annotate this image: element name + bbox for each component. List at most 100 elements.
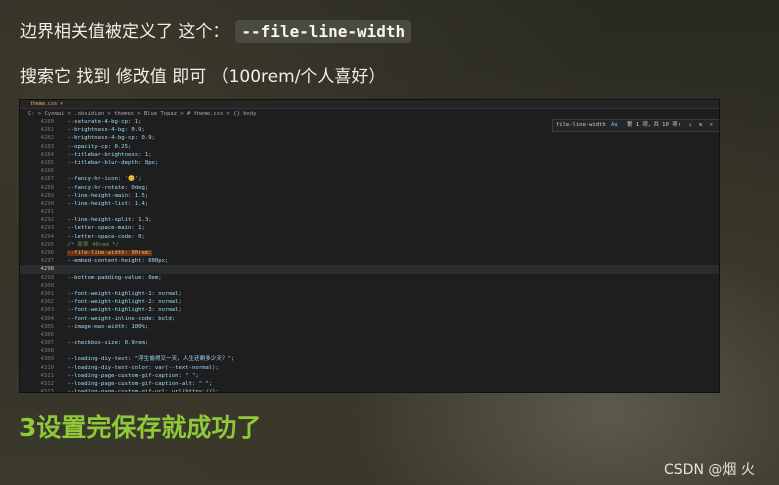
code-line: 4307 --checkbox-size: 0.9rem; [20,339,719,347]
code-line: 4285 --titlebar-blur-depth: 8px; [20,159,719,167]
code-text: --loading-page-custom-gif-caption-alt: "… [64,381,213,387]
find-input: file-line-width [556,122,606,128]
line-number: 4289 [40,192,54,199]
code-line: 4305 --image-max-width: 100%; [20,323,719,331]
line-number: 4284 [40,151,54,158]
result-heading: 3设置完保存就成功了 [19,413,262,442]
code-text: --fancy-hr-rotate: 0deg; [64,184,149,191]
line-number: 4287 [40,176,54,183]
code-text: --loading-diy-text: "浮生偷得又一天，人生还剩多少天？"; [64,356,235,363]
watermark: CSDN @烟 火 [664,462,755,478]
code-line: 4310 --loading-diy-text-color: var(--tex… [20,364,719,372]
code-line: 4302 --font-weight-highlight-2: normal; [20,298,719,306]
code-text: --embed-content-height: 600px; [64,258,169,265]
line-number: 4290 [40,200,54,207]
code-text: --line-height-list: 1.4; [64,200,149,207]
code-text: --font-weight-highlight-3: normal; [64,307,182,314]
code-text: --checkbox-size: 0.9rem; [64,340,149,347]
search-match: --file-line-width: 90rem; [67,250,152,256]
code-text: --font-weight-highlight-1: normal; [64,290,182,297]
line-number: 4291 [40,209,54,216]
code-line: 4286 [20,167,719,175]
line-number: 4310 [40,364,54,371]
code-line: 4301 --font-weight-highlight-1: normal; [20,290,719,298]
intro-text: 边界相关值被定义了 这个： [20,22,230,42]
code-text: --brightness-4-bg-cp: 0.9; [64,135,155,142]
line-number: 4308 [40,348,54,355]
code-line: 4312 --loading-page-custom-gif-caption-a… [20,380,719,388]
code-line: 4292 --line-height-split: 1.3; [20,216,719,224]
code-line: 4298 [20,265,719,274]
code-line: 4297 --embed-content-height: 600px; [20,257,719,265]
code-line: 4283 --opacity-cp: 0.25; [20,143,719,151]
line-number: 4304 [40,315,54,322]
code-text: --opacity-cp: 0.25; [64,143,132,150]
line-number: 4298 [40,266,54,273]
find-widget: file-line-width Aa 第 1 项，共 10 项 ↑ ↓ ≡ × [552,119,719,132]
code-text: --line-height-main: 1.5; [64,192,149,199]
line-number: 4293 [40,225,54,232]
code-editor: 4280 --saturate-4-bg-cp: 1; 4281 --bright… [20,118,719,392]
editor-tabbar: theme.css × [20,100,719,109]
find-count: 第 1 项，共 10 项 [626,122,678,128]
instruction-line: 搜索它 找到 修改值 即可 （100rem/个人喜好） [20,67,386,87]
code-text: --titlebar-blur-depth: 8px; [64,159,159,166]
code-text: --brightness-4-bg: 0.9; [64,127,145,134]
code-line: 4300 [20,282,719,290]
code-line: 4290 --line-height-list: 1.4; [20,200,719,208]
line-number: 4301 [40,290,54,297]
line-number: 4296 [40,250,54,256]
line-number: 4313 [40,389,54,393]
line-number: 4283 [40,143,54,150]
code-line: 4296 --file-line-width: 90rem; [20,249,719,257]
code-line: 4309 --loading-diy-text: "浮生偷得又一天，人生还剩多少… [20,355,719,363]
code-line: 4304 --font-weight-inline-code: bold; [20,315,719,323]
code-text: --titlebar-brightness: 1; [64,151,152,158]
line-number: 4302 [40,299,54,306]
line-number: 4285 [40,159,54,166]
line-number: 4307 [40,340,54,347]
inline-code: --file-line-width [235,20,412,43]
code-text: --line-height-split: 1.3; [64,217,152,224]
code-text: --saturate-4-bg-cp: 1; [64,119,142,125]
editor-screenshot: theme.css × C: > Cyomai > .obsidian > th… [19,99,720,393]
code-line: 4295 /* 原来 40rem */ [20,241,719,249]
line-number: 4286 [40,168,54,175]
code-line: 4293 --letter-space-main: 1; [20,224,719,232]
code-line: 4282 --brightness-4-bg-cp: 0.9; [20,134,719,142]
code-line: 4291 [20,208,719,216]
line-number: 4299 [40,274,54,281]
code-line: 4308 [20,347,719,355]
code-text: /* 原来 40rem */ [64,241,119,248]
code-line: 4299 --bottom-padding-value: 0em; [20,274,719,282]
line-number: 4306 [40,331,54,338]
code-line: 4289 --line-height-main: 1.5; [20,192,719,200]
line-number: 4280 [40,119,54,125]
code-line: 4303 --font-weight-highlight-3: normal; [20,306,719,314]
line-number: 4300 [40,282,54,289]
code-line: 4311 --loading-page-custom-gif-caption: … [20,372,719,380]
line-number: 4311 [40,372,54,379]
find-controls: ↑ ↓ ≡ × [677,122,715,128]
line-number: 4295 [40,241,54,248]
line-number: 4288 [40,184,54,191]
code-text: --font-weight-inline-code: bold; [64,315,176,322]
code-text: --loading-page-custom-gif-url: url(https… [64,389,219,393]
code-line: 4288 --fancy-hr-rotate: 0deg; [20,184,719,192]
code-line: 4287 --fancy-hr-icon: '😊'; [20,175,719,183]
line-number: 4309 [40,356,54,363]
code-text: --letter-space-main: 1; [64,225,145,232]
line-number: 4312 [40,381,54,387]
code-text: --fancy-hr-icon: '😊'; [64,176,142,183]
code-text: --font-weight-highlight-2: normal; [64,299,182,306]
code-text: --letter-space-code: 0; [64,233,145,240]
code-line: 4313 --loading-page-custom-gif-url: url(… [20,388,719,393]
editor-tab: theme.css × [30,101,64,107]
line-number: 4282 [40,135,54,142]
code-text: --loading-diy-text-color: var(--text-nor… [64,364,219,371]
line-number: 4292 [40,217,54,224]
match-case-option: Aa [610,122,618,128]
code-line: 4294 --letter-space-code: 0; [20,233,719,241]
line-number: 4303 [40,307,54,314]
line-number: 4281 [40,127,54,134]
